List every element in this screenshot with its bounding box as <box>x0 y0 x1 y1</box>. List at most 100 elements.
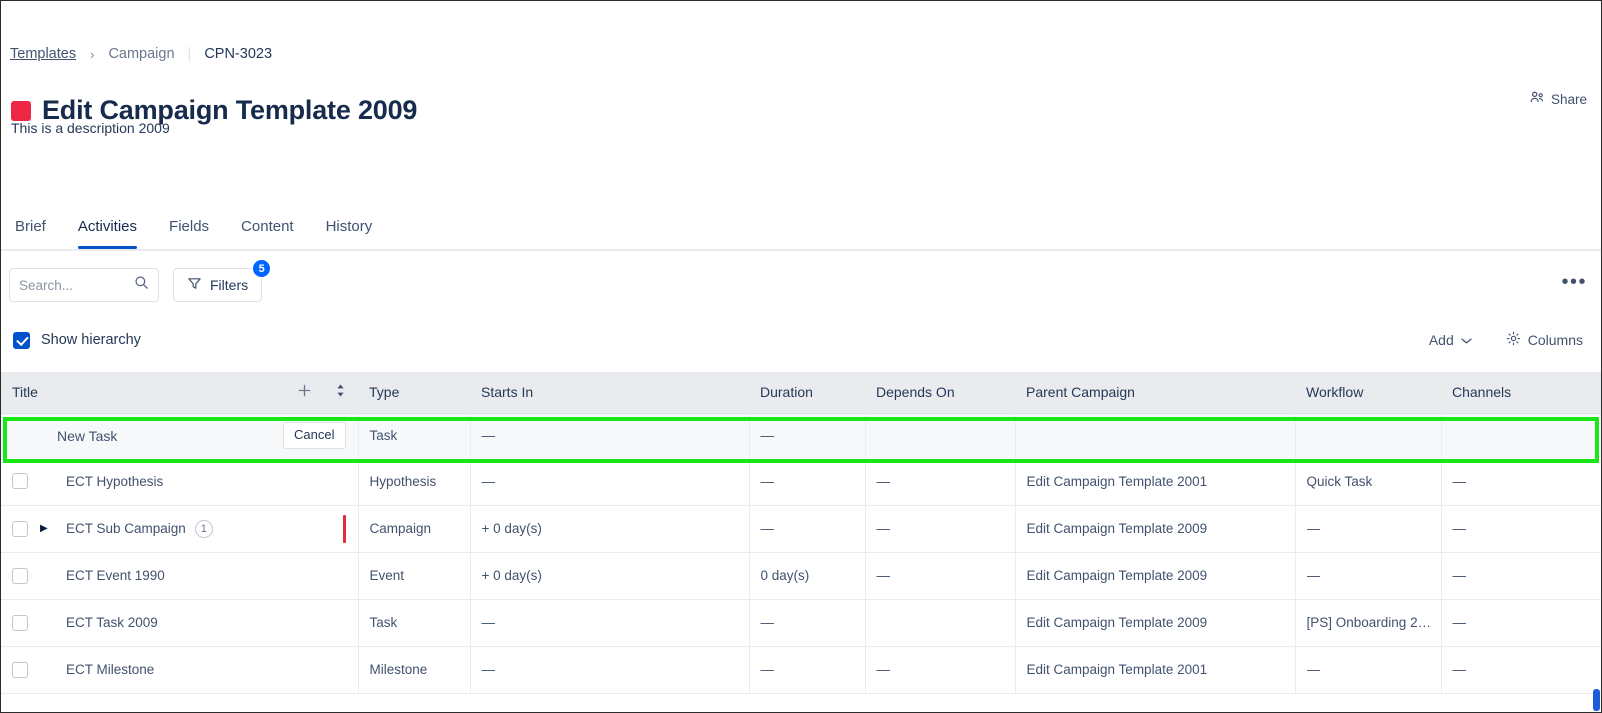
row-channels: — <box>1441 552 1601 600</box>
filters-label: Filters <box>210 277 249 293</box>
row-parent-campaign-text: Edit Campaign Template 2009 <box>1026 615 1208 630</box>
row-parent-campaign: Edit Campaign Template 2009 <box>1015 599 1296 647</box>
row-status-marker <box>342 514 346 543</box>
table-row[interactable]: ▶ ECT Sub Campaign 1 Campaign + 0 day(s)… <box>1 505 1601 553</box>
row-workflow-text: — <box>1306 662 1321 677</box>
new-task-type-cell[interactable]: Task <box>358 413 471 458</box>
column-header-depends-on[interactable]: Depends On <box>865 372 1015 414</box>
new-task-depends-on-cell[interactable] <box>865 413 1016 458</box>
row-starts-in: — <box>470 599 750 647</box>
cancel-button[interactable]: Cancel <box>283 422 346 450</box>
activities-table-container: Title Type Starts In Duration Depends On… <box>1 372 1601 712</box>
breadcrumb-link-templates[interactable]: Templates <box>10 46 76 62</box>
new-task-duration-cell[interactable]: — <box>749 413 866 458</box>
row-workflow-text: [PS] Onboarding 2.... <box>1306 615 1433 630</box>
row-workflow-text: Quick Task <box>1306 473 1373 489</box>
filters-button[interactable]: Filters <box>173 268 263 302</box>
search-box[interactable] <box>9 268 159 302</box>
row-title: ECT Event 1990 <box>66 568 165 583</box>
status-color-swatch <box>11 100 31 121</box>
new-task-workflow-cell[interactable] <box>1295 413 1442 458</box>
row-channels: — <box>1441 505 1601 553</box>
row-starts-in: — <box>470 646 750 694</box>
row-parent-campaign: Edit Campaign Template 2001 <box>1015 458 1296 506</box>
tab-bar: Brief Activities Fields Content History <box>1 213 1601 251</box>
new-task-starts-in-cell[interactable]: — <box>470 413 750 458</box>
row-title-cell[interactable]: ▶ ECT Task 2009 <box>1 599 359 647</box>
new-task-parent-campaign-cell[interactable] <box>1015 413 1296 458</box>
filters-control: Filters 5 <box>173 259 272 302</box>
columns-button[interactable]: Columns <box>1506 331 1583 349</box>
tab-activities[interactable]: Activities <box>62 213 153 249</box>
search-input[interactable] <box>19 277 128 293</box>
column-header-workflow[interactable]: Workflow <box>1295 372 1441 414</box>
chevron-down-icon <box>1461 332 1472 348</box>
plus-icon[interactable] <box>297 383 312 401</box>
row-title: ECT Task 2009 <box>66 615 158 630</box>
breadcrumb-divider: | <box>187 46 192 62</box>
tab-content[interactable]: Content <box>225 213 310 247</box>
row-workflow: Quick Task <box>1295 458 1442 506</box>
people-share-icon <box>1530 90 1545 108</box>
vertical-scrollbar-thumb[interactable] <box>1593 689 1600 711</box>
row-select-checkbox[interactable] <box>12 567 28 584</box>
row-workflow-text: — <box>1306 521 1321 536</box>
funnel-icon <box>187 276 202 294</box>
row-depends-on: — <box>865 552 1016 600</box>
show-hierarchy-checkbox[interactable] <box>13 331 30 349</box>
column-header-parent-campaign[interactable]: Parent Campaign <box>1015 372 1295 414</box>
row-title: ECT Hypothesis <box>66 473 164 489</box>
row-parent-campaign: Edit Campaign Template 2001 <box>1015 646 1296 694</box>
column-header-title-label: Title <box>12 384 38 401</box>
column-header-type[interactable]: Type <box>358 372 470 414</box>
table-row[interactable]: ▶ ECT Hypothesis Hypothesis — — — Edit C… <box>1 458 1601 506</box>
new-task-title-cell[interactable]: New Task Cancel <box>1 413 359 458</box>
show-hierarchy-label: Show hierarchy <box>41 332 141 348</box>
row-starts-in: — <box>470 458 750 506</box>
row-title-cell[interactable]: ▶ ECT Hypothesis <box>1 458 359 506</box>
expand-toggle-icon: ▶ <box>40 665 53 675</box>
row-select-checkbox[interactable] <box>12 614 28 631</box>
expand-toggle-icon: ▶ <box>40 476 53 486</box>
row-duration: — <box>749 458 866 506</box>
new-task-row[interactable]: New Task Cancel Task — — <box>1 413 1601 458</box>
row-title-cell[interactable]: ▶ ECT Sub Campaign 1 <box>1 505 359 553</box>
row-duration: — <box>749 599 866 647</box>
row-type: Task <box>358 599 471 647</box>
row-type: Campaign <box>358 505 471 553</box>
row-title: ECT Milestone <box>66 662 155 677</box>
breadcrumb-section[interactable]: Campaign <box>108 46 174 62</box>
new-task-channels-cell[interactable] <box>1441 413 1601 458</box>
row-select-checkbox[interactable] <box>12 473 28 490</box>
row-depends-on: — <box>865 646 1016 694</box>
row-workflow: [PS] Onboarding 2.... <box>1295 599 1442 647</box>
row-depends-on <box>865 599 1016 647</box>
activities-table: Title Type Starts In Duration Depends On… <box>1 372 1601 694</box>
search-icon <box>134 275 149 295</box>
column-header-starts-in[interactable]: Starts In <box>470 372 749 414</box>
column-header-duration[interactable]: Duration <box>749 372 865 414</box>
table-row[interactable]: ▶ ECT Event 1990 Event + 0 day(s) 0 day(… <box>1 552 1601 600</box>
tab-fields[interactable]: Fields <box>153 213 225 247</box>
breadcrumb: Templates › Campaign | CPN-3023 <box>10 46 272 62</box>
expand-toggle-icon[interactable]: ▶ <box>40 523 53 534</box>
row-title-cell[interactable]: ▶ ECT Event 1990 <box>1 552 359 600</box>
new-task-title: New Task <box>57 427 118 444</box>
table-row[interactable]: ▶ ECT Task 2009 Task — — Edit Campaign T… <box>1 599 1601 647</box>
table-row[interactable]: ▶ ECT Milestone Milestone — — — Edit Cam… <box>1 646 1601 694</box>
options-bar: Show hierarchy Add Columns <box>1 321 1601 359</box>
row-channels: — <box>1441 646 1601 694</box>
row-select-checkbox[interactable] <box>12 520 28 537</box>
tab-history[interactable]: History <box>310 213 389 247</box>
more-options-icon[interactable]: ••• <box>1561 272 1587 298</box>
column-header-channels[interactable]: Channels <box>1441 372 1601 414</box>
sort-updown-icon[interactable] <box>335 383 346 401</box>
row-select-checkbox[interactable] <box>12 661 28 678</box>
row-title-cell[interactable]: ▶ ECT Milestone <box>1 646 359 694</box>
row-workflow: — <box>1295 552 1442 600</box>
column-header-title[interactable]: Title <box>1 372 358 414</box>
add-button[interactable]: Add <box>1429 332 1472 348</box>
share-button[interactable]: Share <box>1530 90 1587 108</box>
tab-brief[interactable]: Brief <box>9 213 62 247</box>
add-label: Add <box>1428 332 1454 348</box>
